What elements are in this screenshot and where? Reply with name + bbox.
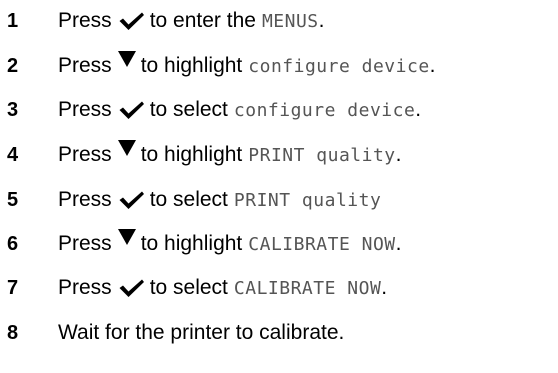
step-5: 5 Press to select PRINT quality: [0, 180, 558, 220]
lcd-menu-text: configure device: [248, 55, 430, 77]
step-1: 1 Press to enter the MENUS .: [0, 1, 558, 41]
step-number: 4: [7, 143, 19, 166]
step-number: 3: [7, 98, 19, 121]
step-2: 2 Press to highlight configure device .: [0, 46, 558, 86]
step-number: 2: [7, 54, 19, 77]
press-text: Press: [58, 9, 112, 32]
step-number: 6: [7, 232, 19, 255]
step-text: Press to select configure device .: [58, 98, 421, 122]
checkmark-icon: [118, 100, 145, 120]
down-arrow-icon: [117, 51, 136, 67]
step-text: Press to enter the MENUS .: [58, 9, 324, 33]
step-number: 1: [7, 9, 19, 32]
step-number: 8: [7, 321, 19, 344]
press-text: Press: [58, 54, 112, 77]
down-arrow-icon: [117, 140, 136, 156]
step-3: 3 Press to select configure device .: [0, 90, 558, 130]
instruction-text: to highlight: [140, 143, 243, 166]
step-text: Press to select PRINT quality: [58, 188, 381, 212]
instruction-text: to select: [149, 98, 228, 121]
step-4: 4 Press to highlight PRINT quality .: [0, 135, 558, 175]
instruction-text: to highlight: [140, 232, 243, 255]
punctuation: .: [429, 54, 436, 77]
instruction-text: to select: [149, 276, 228, 299]
step-text: Press to select CALIBRATE NOW .: [58, 276, 387, 300]
lcd-menu-text: PRINT quality: [233, 189, 382, 211]
step-number: 7: [7, 276, 19, 299]
punctuation: .: [395, 143, 402, 166]
checkmark-icon: [118, 190, 145, 210]
step-text: Wait for the printer to calibrate.: [58, 321, 344, 345]
press-text: Press: [58, 143, 112, 166]
lcd-menu-text: MENUS: [261, 10, 319, 32]
step-6: 6 Press to highlight CALIBRATE NOW .: [0, 224, 558, 264]
press-text: Press: [58, 232, 112, 255]
press-text: Press: [58, 98, 112, 121]
press-text: Press: [58, 276, 112, 299]
lcd-menu-text: PRINT quality: [248, 144, 396, 166]
step-8: 8 Wait for the printer to calibrate.: [0, 313, 558, 353]
step-text: Press to highlight configure device .: [58, 51, 436, 78]
step-text: Press to highlight CALIBRATE NOW .: [58, 229, 402, 256]
punctuation: .: [395, 232, 402, 255]
instruction-text: to highlight: [140, 54, 243, 77]
instruction-text: Wait for the printer to calibrate.: [58, 321, 345, 344]
step-number: 5: [7, 188, 19, 211]
down-arrow-icon: [117, 229, 136, 245]
press-text: Press: [58, 188, 112, 211]
checkmark-icon: [118, 278, 145, 298]
checkmark-icon: [118, 11, 145, 31]
step-text: Press to highlight PRINT quality .: [58, 140, 402, 167]
lcd-menu-text: CALIBRATE NOW: [233, 277, 382, 299]
punctuation: .: [318, 9, 325, 32]
step-7: 7 Press to select CALIBRATE NOW .: [0, 268, 558, 308]
lcd-menu-text: CALIBRATE NOW: [248, 233, 396, 255]
punctuation: .: [415, 98, 422, 121]
punctuation: .: [381, 276, 388, 299]
lcd-menu-text: configure device: [233, 99, 416, 121]
instruction-text: to enter the: [149, 9, 256, 32]
instruction-text: to select: [149, 188, 228, 211]
